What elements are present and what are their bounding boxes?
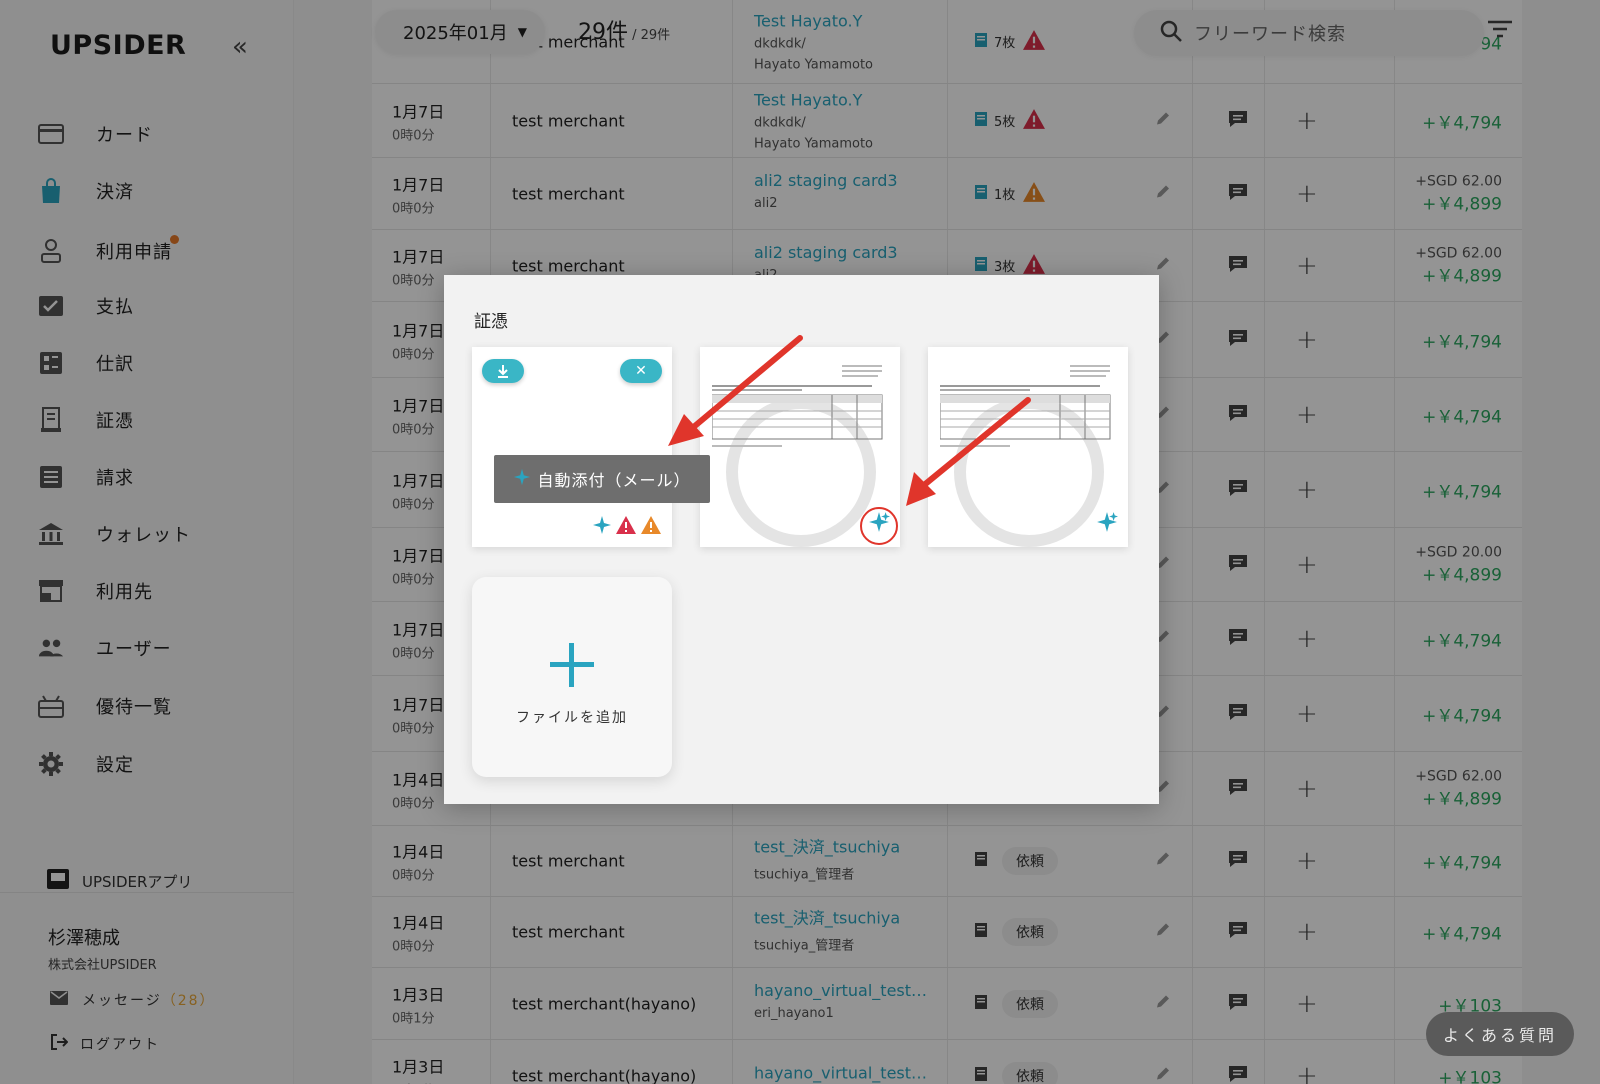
highlight-circle [860,507,898,545]
sparkle-icon [592,515,612,539]
modal-title: 証憑 [474,312,508,332]
warning-red-icon [615,515,637,539]
plus-icon [550,637,594,697]
download-icon[interactable] [482,359,524,383]
tooltip-text: 自動添付（メール） [537,471,691,490]
add-file-button[interactable]: ファイルを追加 [472,577,672,777]
warning-orange-icon [640,515,662,539]
receipt-thumbnail-3[interactable] [928,347,1128,547]
close-icon[interactable]: ✕ [620,359,662,383]
document-preview [712,365,883,447]
sparkle-icon [1096,511,1118,537]
receipt-thumbnail-2[interactable] [700,347,900,547]
receipt-thumbnail-1[interactable]: ✕ [472,347,672,547]
faq-button[interactable]: よくある質問 [1426,1012,1574,1056]
thumbnail-badges [1096,511,1118,537]
auto-attach-tooltip: 自動添付（メール） [494,455,710,503]
document-preview [940,365,1111,447]
add-file-label: ファイルを追加 [516,710,628,726]
thumbnail-badges [592,515,662,539]
receipt-modal: 証憑 ✕ 自動添付（メール） ファイルを追加 [444,275,1159,804]
sparkle-icon [513,468,531,490]
